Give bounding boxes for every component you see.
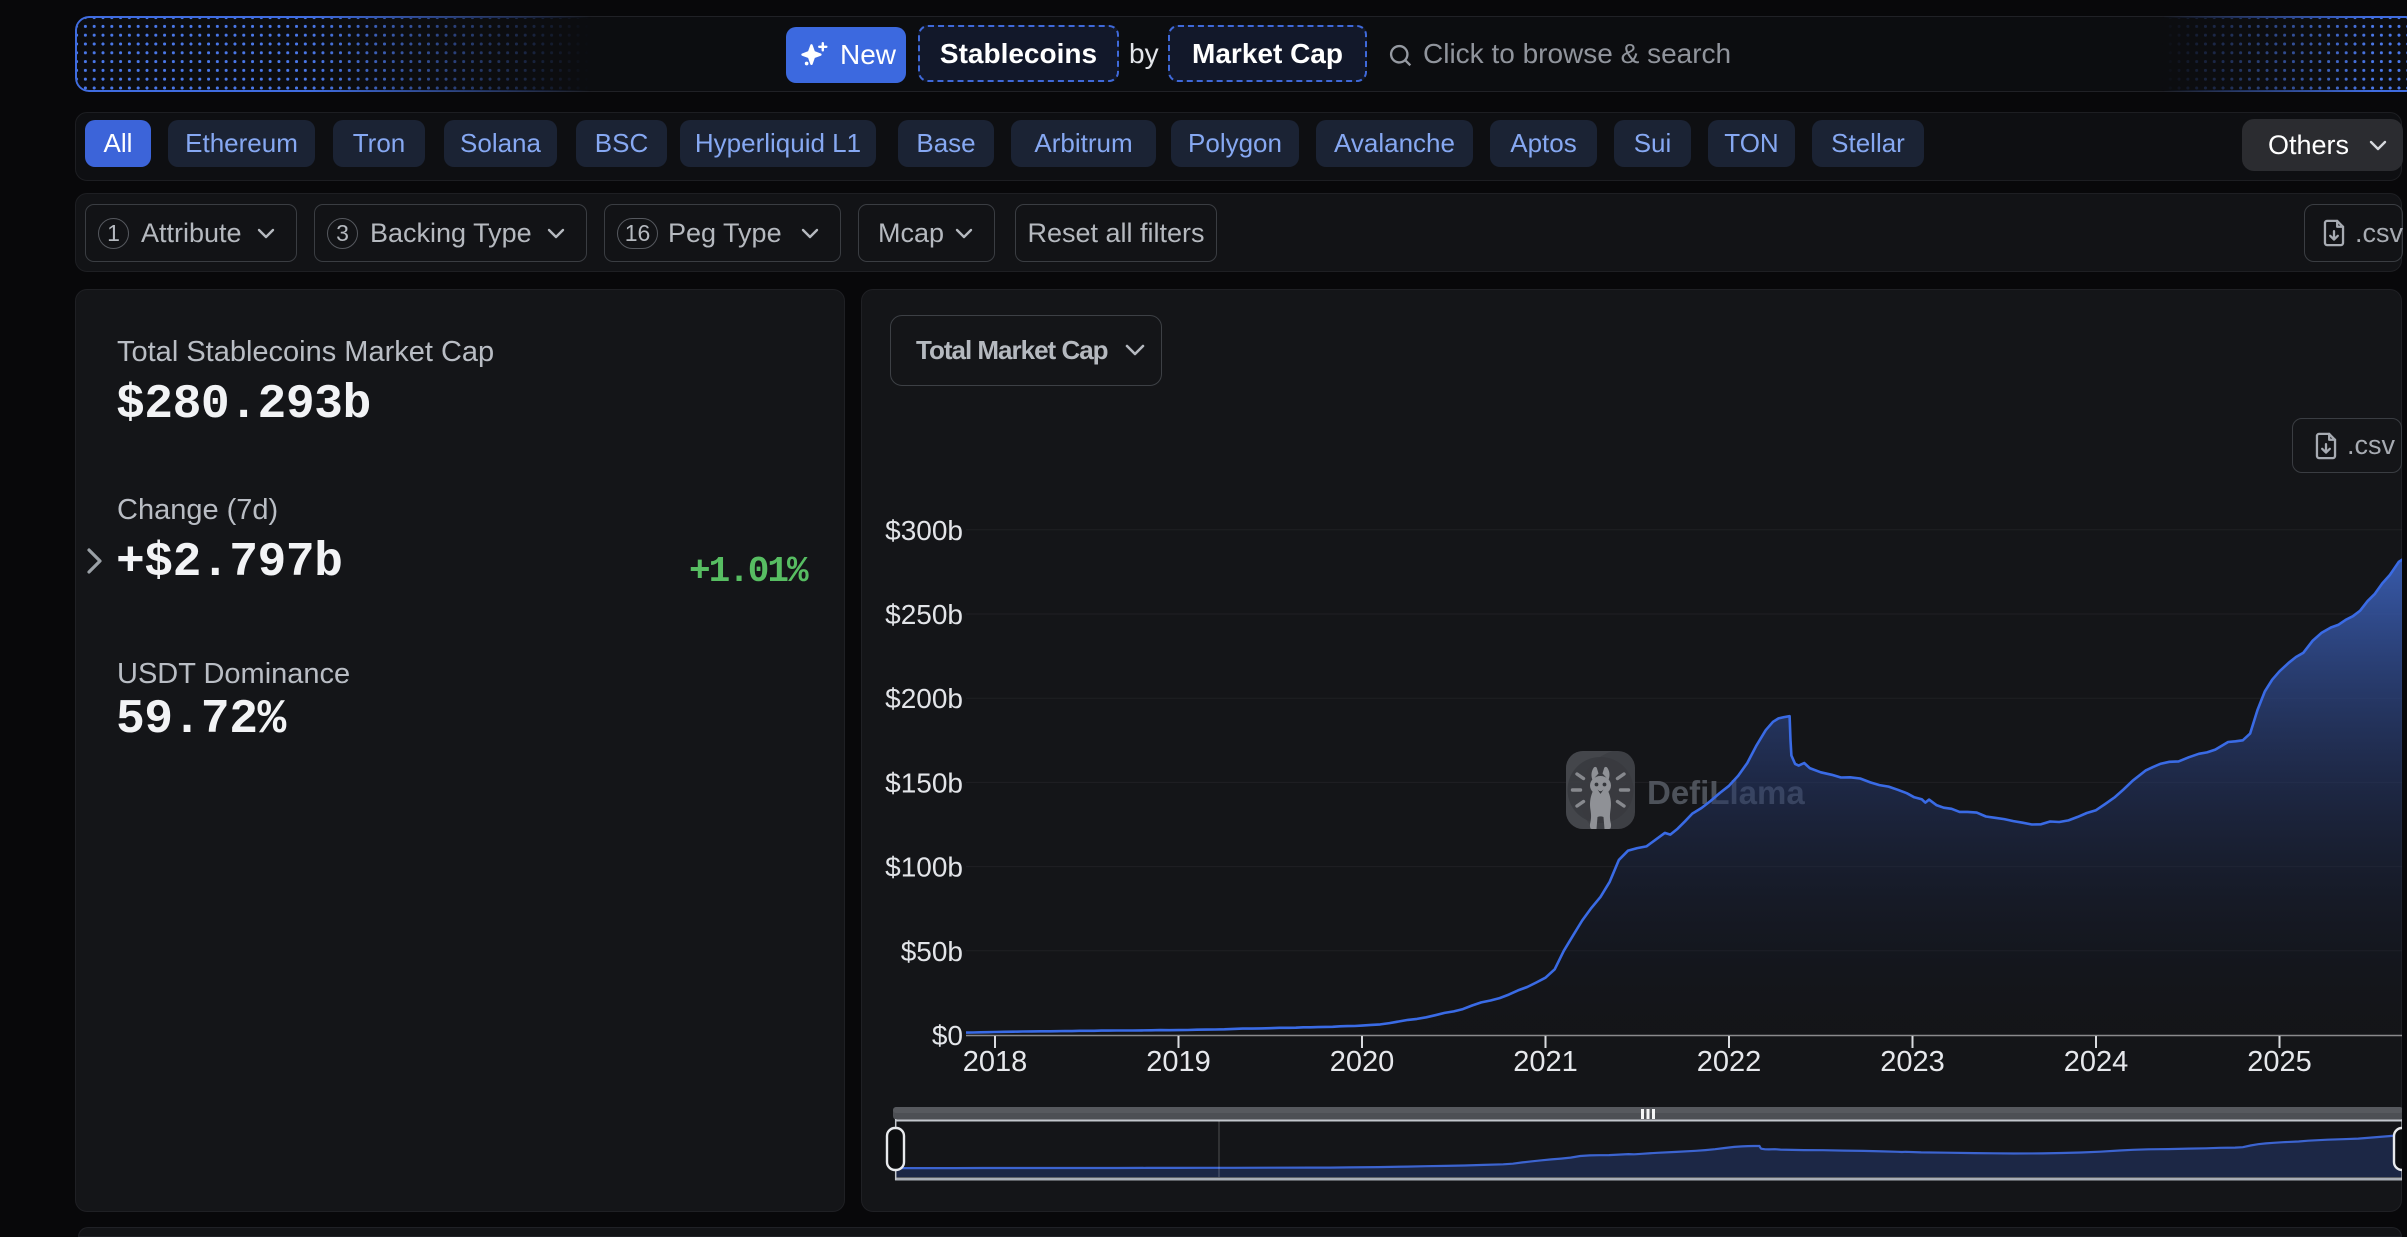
svg-text:$100b: $100b <box>885 852 963 883</box>
svg-text:$200b: $200b <box>885 683 963 714</box>
svg-text:2023: 2023 <box>1880 1046 1945 1078</box>
svg-text:2021: 2021 <box>1513 1046 1578 1078</box>
svg-text:$50b: $50b <box>901 936 963 967</box>
svg-text:2025: 2025 <box>2247 1046 2312 1078</box>
svg-text:2018: 2018 <box>963 1046 1028 1078</box>
svg-text:2022: 2022 <box>1697 1046 1762 1078</box>
svg-text:$250b: $250b <box>885 599 963 630</box>
svg-text:2020: 2020 <box>1330 1046 1395 1078</box>
svg-text:$150b: $150b <box>885 767 963 798</box>
svg-text:$0: $0 <box>932 1020 963 1051</box>
svg-text:2024: 2024 <box>2064 1046 2129 1078</box>
svg-text:2019: 2019 <box>1146 1046 1211 1078</box>
svg-text:$300b: $300b <box>885 515 963 546</box>
